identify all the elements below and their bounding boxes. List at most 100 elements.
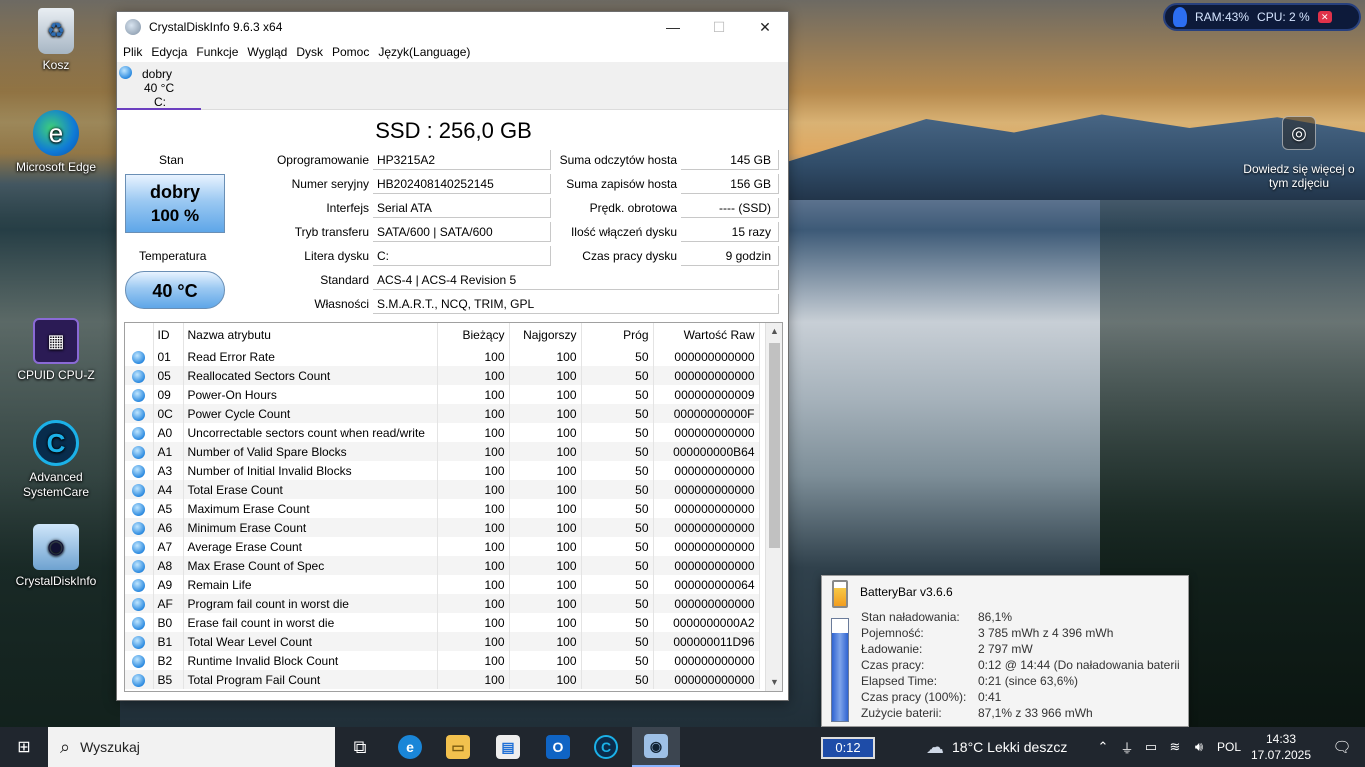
info-rotation: Prędk. obrotowa: [553, 198, 677, 218]
menu-theme[interactable]: Wygląd: [247, 45, 293, 59]
menu-help[interactable]: Pomoc: [332, 45, 375, 59]
col-id[interactable]: ID: [153, 323, 184, 347]
table-row[interactable]: A4 Total Erase Count 100 100 50 000000000000: [125, 480, 760, 499]
scroll-down-icon[interactable]: ▼: [766, 674, 782, 691]
taskbar-crystaldiskinfo[interactable]: ◉: [632, 727, 680, 767]
table-row[interactable]: A7 Average Erase Count 100 100 50 00000000000…: [125, 537, 760, 556]
clock[interactable]: 14:33 17.07.2025: [1250, 731, 1312, 763]
table-row[interactable]: A1 Number of Valid Spare Blocks 100 100 50 00…: [125, 442, 760, 461]
table-row[interactable]: AF Program fail count in worst die 100 100 5…: [125, 594, 760, 613]
taskbar-file-explorer[interactable]: ▭: [434, 727, 482, 767]
desktop-icon-edge[interactable]: e Microsoft Edge: [13, 110, 99, 175]
scroll-up-icon[interactable]: ▲: [766, 323, 782, 340]
table-row[interactable]: 0C Power Cycle Count 100 100 50 00000000000F: [125, 404, 760, 423]
taskbar-edge[interactable]: e: [386, 727, 434, 767]
search-placeholder: Wyszukaj: [80, 739, 140, 755]
scroll-thumb[interactable]: [769, 343, 780, 548]
desktop-icon-label: Kosz: [42, 58, 70, 72]
chevron-up-icon[interactable]: ⌃: [1094, 739, 1112, 755]
start-button[interactable]: ⊞: [0, 727, 48, 767]
health-status-label: Stan: [159, 153, 184, 167]
cell-id: A7: [153, 537, 184, 556]
window-title: CrystalDiskInfo 9.6.3 x64: [149, 20, 283, 34]
row-status-cell: [125, 499, 154, 518]
notification-button[interactable]: 🗨︎: [1322, 727, 1362, 767]
learn-more-about-photo[interactable]: ◎ Dowiedz się więcej o tym zdjęciu: [1240, 116, 1358, 190]
battery-detail-row: Ładowanie: 2 797 mW: [861, 642, 1180, 658]
disk-tab-c[interactable]: dobry 40 °C C:: [117, 62, 201, 110]
cell-threshold: 50: [581, 404, 654, 423]
task-view-button[interactable]: ⧉: [336, 727, 384, 767]
table-row[interactable]: A9 Remain Life 100 100 50 000000000064: [125, 575, 760, 594]
taskbar-search[interactable]: ⌕ Wyszukaj: [48, 727, 335, 767]
table-row[interactable]: 05 Reallocated Sectors Count 100 100 50 00000…: [125, 366, 760, 385]
wifi-icon[interactable]: ≋: [1166, 739, 1184, 755]
app-icon: [125, 19, 141, 35]
health-status-box[interactable]: dobry 100 %: [125, 174, 225, 233]
taskbar-outlook[interactable]: O: [534, 727, 582, 767]
desktop-icon-label: Advanced SystemCare: [22, 470, 90, 499]
cell-attribute-name: Runtime Invalid Block Count: [183, 651, 438, 670]
cell-threshold: 50: [581, 613, 654, 632]
table-row[interactable]: 09 Power-On Hours 100 100 50 000000000009: [125, 385, 760, 404]
desktop-icon-crystaldiskinfo[interactable]: ◉ CrystalDiskInfo: [13, 524, 99, 589]
table-row[interactable]: B2 Runtime Invalid Block Count 100 100 50 000…: [125, 651, 760, 670]
col-status[interactable]: [125, 323, 154, 347]
desktop-icon-recycle-bin[interactable]: ♻ Kosz: [13, 8, 99, 73]
col-raw-value[interactable]: Wartość Raw: [653, 323, 760, 347]
language-indicator[interactable]: POL: [1217, 727, 1241, 767]
table-row[interactable]: A0 Uncorrectable sectors count when read/…: [125, 423, 760, 442]
battery-detail-key: Czas pracy (100%):: [861, 690, 967, 704]
minimize-button[interactable]: —: [650, 12, 696, 42]
battery-detail-value: 2 797 mW: [978, 642, 1033, 656]
table-row[interactable]: A6 Minimum Erase Count 100 100 50 00000000000…: [125, 518, 760, 537]
table-row[interactable]: B1 Total Wear Level Count 100 100 50 00000001…: [125, 632, 760, 651]
table-row[interactable]: A5 Maximum Erase Count 100 100 50 00000000000…: [125, 499, 760, 518]
table-scrollbar[interactable]: ▲ ▼: [765, 323, 782, 691]
row-status-cell: [125, 480, 154, 499]
col-threshold[interactable]: Próg: [581, 323, 654, 347]
system-monitor-widget[interactable]: RAM:43% CPU: 2 % ✕: [1163, 3, 1361, 31]
cell-current: 100: [437, 347, 510, 366]
table-row[interactable]: 01 Read Error Rate 100 100 50 000000000000: [125, 347, 760, 366]
table-row[interactable]: B0 Erase fail count in worst die 100 100 50 0…: [125, 613, 760, 632]
close-widget-icon[interactable]: ✕: [1317, 11, 1332, 23]
info-label: Standard: [320, 273, 369, 287]
menu-function[interactable]: Funkcje: [196, 45, 244, 59]
table-row[interactable]: A3 Number of Initial Invalid Blocks 100 100…: [125, 461, 760, 480]
col-worst[interactable]: Najgorszy: [509, 323, 582, 347]
menu-disk[interactable]: Dysk: [296, 45, 329, 59]
info-host-reads: Suma odczytów hosta: [553, 150, 677, 170]
usb-icon[interactable]: ⏚: [1118, 738, 1136, 757]
weather-widget[interactable]: ☁ 18°C Lekki deszcz: [926, 727, 1067, 767]
desktop-icon-cpuz[interactable]: ▦ CPUID CPU-Z: [13, 318, 99, 383]
title-bar[interactable]: CrystalDiskInfo 9.6.3 x64 — ☐ ✕: [117, 12, 788, 42]
cell-attribute-name: Power Cycle Count: [183, 404, 438, 423]
table-row[interactable]: B5 Total Program Fail Count 100 100 50 000000…: [125, 670, 760, 689]
taskbar-store[interactable]: ▤: [484, 727, 532, 767]
cell-id: A6: [153, 518, 184, 537]
cell-attribute-name: Number of Valid Spare Blocks: [183, 442, 438, 461]
menu-edit[interactable]: Edycja: [151, 45, 193, 59]
desktop-icon-advanced-systemcare[interactable]: C Advanced SystemCare: [13, 420, 99, 500]
col-attribute-name[interactable]: Nazwa atrybutu: [183, 323, 438, 347]
taskbar-advanced-systemcare[interactable]: C: [582, 727, 630, 767]
table-row[interactable]: A8 Max Erase Count of Spec 100 100 50 0000000…: [125, 556, 760, 575]
volume-icon[interactable]: 🔊︎: [1190, 739, 1208, 755]
cell-current: 100: [437, 366, 510, 385]
battery-tray-icon[interactable]: ▭: [1142, 739, 1160, 755]
cell-current: 100: [437, 404, 510, 423]
disk-title: SSD : 256,0 GB: [375, 118, 532, 143]
maximize-button[interactable]: ☐: [696, 12, 742, 42]
close-button[interactable]: ✕: [742, 12, 788, 42]
menu-file[interactable]: Plik: [123, 45, 148, 59]
temperature-value[interactable]: 40 °C: [125, 271, 225, 309]
cell-current: 100: [437, 575, 510, 594]
power-on-count-value: 15 razy: [681, 222, 779, 242]
batterybar-taskbar[interactable]: 0:12: [821, 737, 875, 759]
menu-language[interactable]: Język(Language): [378, 45, 476, 59]
col-current[interactable]: Bieżący: [437, 323, 510, 347]
health-good-icon: [132, 426, 146, 440]
cell-worst: 100: [509, 651, 582, 670]
health-good-icon: [132, 635, 146, 649]
